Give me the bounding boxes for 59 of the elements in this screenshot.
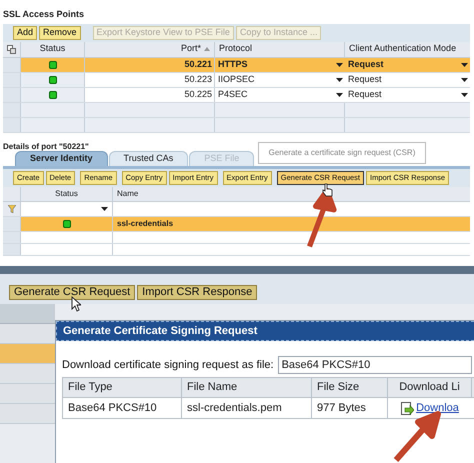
download-file-icon[interactable] <box>401 402 414 414</box>
tab[interactable]: Trusted CAs <box>108 150 188 166</box>
column-header[interactable]: Client Authentication Mode <box>345 42 470 56</box>
table-cell[interactable]: Request <box>348 72 382 86</box>
table-cell-text: 50.221 <box>184 58 212 71</box>
column-header[interactable]: Name <box>113 186 470 200</box>
table-row[interactable]: ssl-credentials <box>3 216 470 232</box>
dropdown-caret-icon[interactable] <box>461 92 468 96</box>
dialog-title: Generate Certificate Signing Request <box>56 321 474 341</box>
select-all-icon[interactable] <box>7 44 16 54</box>
field-label: Download certificate signing request as file: <box>62 358 274 373</box>
column-header[interactable]: Status <box>21 42 85 56</box>
toolbar-button[interactable]: Add <box>13 26 38 40</box>
hand-cursor-icon <box>322 183 333 197</box>
section-title: SSL Access Points <box>3 8 84 21</box>
column-header[interactable]: File Name <box>187 379 238 396</box>
table-cell[interactable]: Request <box>348 88 382 102</box>
format-field[interactable]: Base64 PKCS#10 <box>278 356 472 374</box>
toolbar-button[interactable]: Remove <box>39 26 81 40</box>
column-header[interactable]: File Size <box>317 379 360 396</box>
table-row <box>0 324 55 344</box>
dropdown-caret-icon[interactable] <box>336 78 343 82</box>
table-row <box>0 384 55 404</box>
filter-icon[interactable] <box>8 204 16 212</box>
column-header[interactable]: Download Li <box>399 379 460 396</box>
table-cell-text: 50.223 <box>184 72 212 86</box>
table-cell-text: 50.225 <box>184 88 212 101</box>
toolbar-button[interactable]: Import CSR Response <box>137 285 258 300</box>
table-cell-text: Base64 PKCS#10 <box>68 400 157 416</box>
tab[interactable]: Server Identity <box>15 150 108 166</box>
section-title: Details of port "50221" <box>3 140 89 152</box>
dropdown-caret-icon[interactable] <box>461 78 468 82</box>
column-header[interactable]: File Type <box>68 379 112 396</box>
table-row[interactable]: 50.223 IIOPSEC Request <box>3 72 470 88</box>
column-header[interactable]: Status <box>21 186 113 200</box>
dropdown-caret-icon[interactable] <box>101 206 108 210</box>
table-cell[interactable]: Request <box>348 58 384 72</box>
dropdown-caret-icon[interactable] <box>336 62 343 66</box>
table-row <box>0 344 55 364</box>
table-cell: ssl-credentials <box>117 218 174 230</box>
column-header[interactable]: Port* <box>180 42 201 56</box>
dropdown-caret-icon[interactable] <box>336 92 343 96</box>
tooltip: Generate a certificate sign request (CSR) <box>258 142 426 164</box>
dropdown-caret-icon[interactable] <box>461 62 468 66</box>
table-row <box>0 364 55 384</box>
status-icon <box>62 220 70 228</box>
table-header <box>0 304 55 324</box>
table-row[interactable]: 50.221 HTTPS Request <box>3 58 470 72</box>
toolbar-button[interactable]: Generate CSR Request <box>9 285 136 300</box>
table-cell-text: 977 Bytes <box>317 400 366 416</box>
column-header[interactable]: Protocol <box>215 42 345 56</box>
annotation-arrow <box>392 410 442 463</box>
pointer-cursor-icon <box>71 296 81 312</box>
table-cell[interactable]: P4SEC <box>218 88 248 102</box>
table-cell[interactable]: IIOPSEC <box>218 72 255 86</box>
table-cell-text: ssl-credentials.pem <box>187 400 282 416</box>
download-link[interactable]: Downloa <box>416 400 459 416</box>
table-cell[interactable]: HTTPS <box>218 58 248 72</box>
table-row[interactable]: 50.225 P4SEC Request <box>3 88 470 102</box>
